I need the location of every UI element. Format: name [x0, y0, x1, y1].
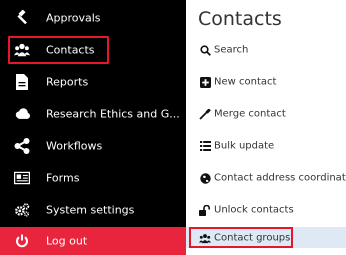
sidebar-item-label: Workflows: [46, 139, 103, 153]
contacts-highlight-box: [8, 36, 109, 64]
power-icon: [14, 233, 30, 249]
submenu-item-label: Contact address coordinate: [214, 172, 346, 184]
submenu-item-label: Bulk update: [214, 140, 275, 152]
list-icon: [199, 140, 211, 152]
submenu-item-label: Merge contact: [214, 108, 286, 120]
sidebar-item-forms[interactable]: Forms: [0, 163, 186, 193]
file-icon: [14, 74, 30, 90]
sidebar-item-approvals[interactable]: Approvals: [0, 3, 186, 33]
search-icon: [199, 44, 211, 56]
contacts-submenu: Contacts Search New contact Merge contac…: [186, 0, 346, 248]
merge-icon: [199, 108, 211, 120]
sidebar-item-label: Reports: [46, 75, 89, 89]
sidebar-item-system-settings[interactable]: System settings: [0, 195, 186, 225]
submenu-item-label: Search: [214, 44, 249, 56]
submenu-item-contact-address-coordinate[interactable]: Contact address coordinate: [186, 163, 346, 193]
submenu-item-unlock-contacts[interactable]: Unlock contacts: [186, 195, 346, 225]
sidebar-item-research-ethics[interactable]: Research Ethics and G...: [0, 99, 186, 129]
gavel-icon: [14, 10, 30, 26]
globe-icon: [199, 172, 211, 184]
submenu-item-bulk-update[interactable]: Bulk update: [186, 131, 346, 161]
submenu-item-label: Unlock contacts: [214, 204, 294, 216]
sidebar-item-label: Forms: [46, 171, 80, 185]
submenu-item-label: New contact: [214, 76, 277, 88]
submenu-title: Contacts: [198, 8, 282, 30]
main-sidebar: Approvals Contacts Reports Research Ethi…: [0, 0, 186, 255]
sidebar-item-reports[interactable]: Reports: [0, 67, 186, 97]
sidebar-item-label: System settings: [46, 203, 135, 217]
cloud-icon: [14, 106, 30, 122]
unlock-icon: [199, 204, 211, 216]
submenu-item-new-contact[interactable]: New contact: [186, 67, 346, 97]
plus-square-icon: [199, 76, 211, 88]
share-icon: [14, 138, 30, 154]
sidebar-item-label: Log out: [46, 234, 88, 248]
sidebar-item-workflows[interactable]: Workflows: [0, 131, 186, 161]
gears-icon: [14, 202, 30, 218]
submenu-item-search[interactable]: Search: [186, 35, 346, 65]
sidebar-item-label: Research Ethics and G...: [46, 107, 180, 121]
sidebar-item-label: Approvals: [46, 11, 101, 25]
contact-groups-highlight-box: [189, 227, 293, 248]
form-icon: [14, 170, 30, 186]
submenu-item-merge-contact[interactable]: Merge contact: [186, 99, 346, 129]
sidebar-item-log-out[interactable]: Log out: [0, 227, 186, 255]
